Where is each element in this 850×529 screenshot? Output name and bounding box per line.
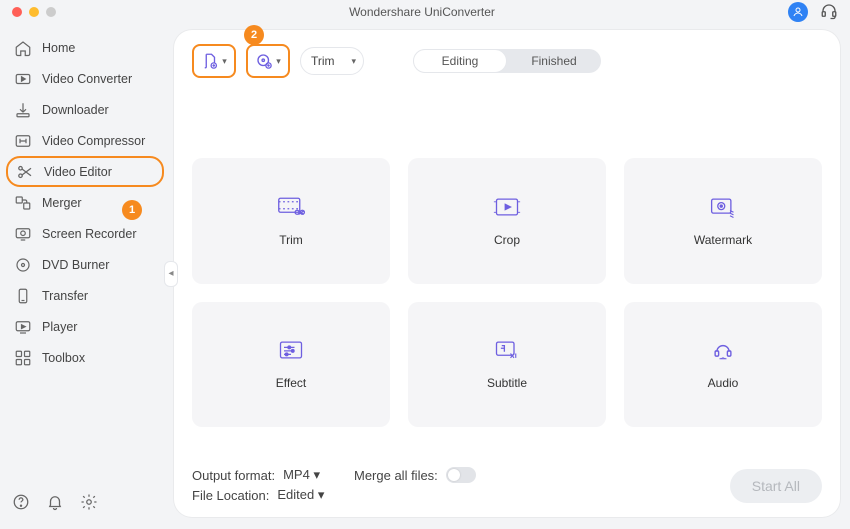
settings-button[interactable]	[80, 493, 98, 511]
annotation-marker-1: 1	[122, 200, 142, 220]
sidebar-item-label: Video Converter	[42, 72, 132, 86]
chevron-down-icon: ▾	[318, 487, 325, 502]
file-location-select[interactable]: Edited ▾	[277, 487, 324, 503]
tab-editing[interactable]: Editing	[413, 49, 507, 73]
chevron-down-icon: ▾	[351, 56, 356, 67]
sidebar-item-dvd-burner[interactable]: DVD Burner	[6, 249, 164, 280]
editor-tiles: Trim Crop Watermark Effect Subtitle	[192, 98, 822, 467]
sidebar-item-label: Home	[42, 41, 75, 55]
home-icon	[14, 39, 32, 57]
action-select[interactable]: Trim ▾	[300, 47, 364, 75]
tile-label: Watermark	[694, 233, 752, 247]
add-disc-icon	[255, 52, 273, 70]
tile-crop[interactable]: Crop	[408, 158, 606, 284]
merge-label: Merge all files:	[354, 468, 438, 483]
chevron-down-icon: ▾	[313, 467, 320, 482]
output-format-value: MP4	[283, 467, 310, 482]
app-title: Wondershare UniConverter	[56, 5, 788, 19]
sidebar: Home Video Converter Downloader Video Co…	[0, 24, 170, 529]
tile-trim[interactable]: Trim	[192, 158, 390, 284]
disc-icon	[14, 256, 32, 274]
sidebar-item-home[interactable]: Home	[6, 32, 164, 63]
sidebar-item-video-editor[interactable]: Video Editor	[6, 156, 164, 187]
window-controls	[12, 7, 56, 17]
tab-label: Editing	[442, 54, 479, 68]
tile-label: Crop	[494, 233, 520, 247]
merge-toggle[interactable]	[446, 467, 476, 483]
subtitle-icon	[493, 338, 521, 362]
output-format-select[interactable]: MP4 ▾	[283, 467, 320, 483]
sidebar-item-label: DVD Burner	[42, 258, 109, 272]
crop-icon	[493, 195, 521, 219]
chevron-down-icon: ▾	[276, 56, 281, 67]
scissors-icon	[16, 163, 34, 181]
headset-icon	[820, 2, 838, 20]
compressor-icon	[14, 132, 32, 150]
effect-icon	[277, 338, 305, 362]
recorder-icon	[14, 225, 32, 243]
player-icon	[14, 318, 32, 336]
sidebar-item-label: Video Editor	[44, 165, 112, 179]
add-disc-button[interactable]: ▾	[246, 44, 290, 78]
tile-label: Trim	[279, 233, 303, 247]
sidebar-item-player[interactable]: Player	[6, 311, 164, 342]
downloader-icon	[14, 101, 32, 119]
help-button[interactable]	[12, 493, 30, 511]
add-file-button[interactable]: ▾	[192, 44, 236, 78]
sidebar-item-label: Merger	[42, 196, 82, 210]
tile-audio[interactable]: Audio	[624, 302, 822, 428]
sidebar-item-label: Screen Recorder	[42, 227, 137, 241]
transfer-icon	[14, 287, 32, 305]
titlebar: Wondershare UniConverter	[0, 0, 850, 24]
sidebar-item-toolbox[interactable]: Toolbox	[6, 342, 164, 373]
support-button[interactable]	[820, 2, 838, 23]
file-location-value: Edited	[277, 487, 314, 502]
tile-watermark[interactable]: Watermark	[624, 158, 822, 284]
footer: Output format: MP4 ▾ Merge all files: Fi…	[192, 467, 822, 503]
sidebar-item-transfer[interactable]: Transfer	[6, 280, 164, 311]
sidebar-item-screen-recorder[interactable]: Screen Recorder	[6, 218, 164, 249]
sidebar-item-label: Toolbox	[42, 351, 85, 365]
sidebar-item-video-compressor[interactable]: Video Compressor	[6, 125, 164, 156]
toolbar: 2 ▾ ▾ Trim ▾ Editing Finished	[192, 44, 822, 78]
user-icon	[792, 6, 804, 18]
tile-label: Effect	[276, 376, 306, 390]
sidebar-item-video-converter[interactable]: Video Converter	[6, 63, 164, 94]
tile-label: Subtitle	[487, 376, 527, 390]
close-window-button[interactable]	[12, 7, 22, 17]
toolbox-icon	[14, 349, 32, 367]
zoom-window-button[interactable]	[46, 7, 56, 17]
tile-effect[interactable]: Effect	[192, 302, 390, 428]
trim-icon	[277, 195, 305, 219]
action-select-value: Trim	[311, 54, 335, 68]
main-panel: ◂ 2 ▾ ▾ Trim ▾ Editing Finishe	[174, 30, 840, 517]
sidebar-item-label: Downloader	[42, 103, 109, 117]
tile-label: Audio	[708, 376, 739, 390]
chevron-down-icon: ▾	[222, 56, 227, 67]
account-button[interactable]	[788, 2, 808, 22]
watermark-icon	[709, 195, 737, 219]
sidebar-item-label: Transfer	[42, 289, 88, 303]
tab-label: Finished	[531, 54, 576, 68]
annotation-marker-2: 2	[244, 25, 264, 45]
notifications-button[interactable]	[46, 493, 64, 511]
collapse-sidebar-button[interactable]: ◂	[164, 261, 178, 287]
merger-icon	[14, 194, 32, 212]
sidebar-item-downloader[interactable]: Downloader	[6, 94, 164, 125]
start-all-label: Start All	[752, 478, 800, 494]
minimize-window-button[interactable]	[29, 7, 39, 17]
video-converter-icon	[14, 70, 32, 88]
tab-finished[interactable]: Finished	[507, 49, 601, 73]
audio-icon	[709, 338, 737, 362]
sidebar-item-label: Video Compressor	[42, 134, 145, 148]
file-location-label: File Location:	[192, 488, 269, 503]
app-window: Wondershare UniConverter Home Video Conv…	[0, 0, 850, 529]
tile-subtitle[interactable]: Subtitle	[408, 302, 606, 428]
sidebar-footer	[6, 487, 164, 521]
output-format-label: Output format:	[192, 468, 275, 483]
start-all-button[interactable]: Start All	[730, 469, 822, 503]
status-tabs: Editing Finished	[413, 49, 601, 73]
add-file-icon	[201, 52, 219, 70]
sidebar-item-label: Player	[42, 320, 77, 334]
